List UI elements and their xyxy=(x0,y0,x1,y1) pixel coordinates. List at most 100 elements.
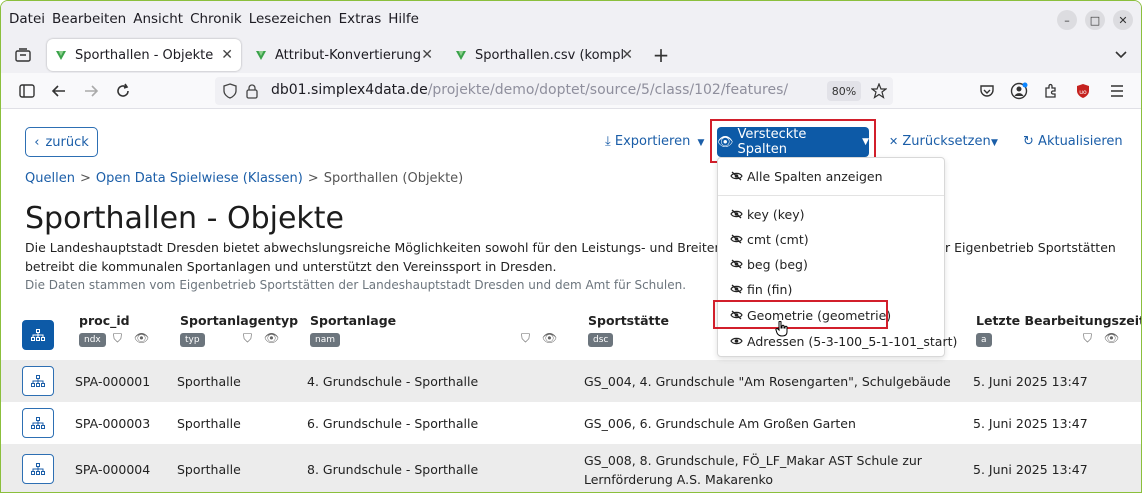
filter-icon[interactable]: ⛉ xyxy=(113,331,122,346)
favicon-icon xyxy=(256,51,266,60)
eye-icon[interactable]: 👁 xyxy=(1104,331,1119,345)
x-icon: ✕ xyxy=(889,135,899,148)
tab-sporthallen-csv[interactable]: Sporthallen.csv (komplett ✕ xyxy=(447,39,641,71)
close-window-button[interactable]: ✕ xyxy=(1113,10,1133,30)
tab-overview-button[interactable] xyxy=(11,43,35,67)
url-bar[interactable]: db01.simplex4data.de/projekte/demo/dopte… xyxy=(215,77,893,105)
cell-time: 5. Juni 2025 13:47 xyxy=(973,374,1088,389)
pocket-button[interactable] xyxy=(975,79,999,103)
shield-icon xyxy=(223,83,237,99)
menu-ansicht[interactable]: Ansicht xyxy=(133,11,183,27)
cell-proc-id: SPA-000004 xyxy=(75,462,151,477)
filter-icon[interactable]: ⛉ xyxy=(243,331,252,346)
dropdown-item-label: beg (beg) xyxy=(747,257,808,272)
tab-close-icon[interactable]: ✕ xyxy=(421,47,433,63)
cell-anlage: 6. Grundschule - Sporthalle xyxy=(307,416,479,431)
favicon-icon xyxy=(456,51,466,60)
reload-button[interactable] xyxy=(111,79,135,103)
breadcrumb-quellen[interactable]: Quellen xyxy=(25,171,75,186)
menu-extras[interactable]: Extras xyxy=(339,11,382,27)
maximize-button[interactable]: □ xyxy=(1085,10,1105,30)
page-content: ‹ zurück ⤓ Exportieren ▼ 👁 Versteckte Sp… xyxy=(1,109,1141,492)
highlight-box xyxy=(713,300,888,329)
tab-label: Attribut-Konvertierung 4 xyxy=(275,47,423,63)
column-header-sportstaette[interactable]: Sportstätte xyxy=(588,313,669,328)
filter-icon[interactable]: ⛉ xyxy=(1083,331,1092,346)
dropdown-item-adressen[interactable]: Adressen (5-3-100_5-1-101_start) xyxy=(730,334,957,349)
browser-window: Datei Bearbeiten Ansicht Chronik Lesezei… xyxy=(0,0,1142,493)
dropdown-item-cmt[interactable]: cmt (cmt) xyxy=(730,232,809,247)
reset-dropdown-toggle[interactable]: ▼ xyxy=(991,134,998,149)
cell-anlage: 8. Grundschule - Sporthalle xyxy=(307,462,479,477)
cell-staette-line2: Lernförderung A.S. Makarenko xyxy=(584,472,773,487)
back-link-button[interactable]: ‹ zurück xyxy=(25,127,98,157)
refresh-button[interactable]: ↻ Aktualisieren xyxy=(1023,134,1123,149)
dropdown-item-fin[interactable]: fin (fin) xyxy=(730,282,792,297)
column-header-letzte-bearbeitungszeit[interactable]: Letzte Bearbeitungszeit xyxy=(976,313,1141,328)
dropdown-item-label: key (key) xyxy=(747,207,805,222)
extensions-button[interactable] xyxy=(1039,79,1063,103)
show-all-columns-item[interactable]: Alle Spalten anzeigen xyxy=(730,169,883,184)
eye-icon[interactable]: 👁 xyxy=(542,331,557,345)
pocket-icon xyxy=(980,85,994,97)
menu-datei[interactable]: Datei xyxy=(9,11,45,27)
eye-icon[interactable]: 👁 xyxy=(134,331,149,345)
column-tag: typ xyxy=(180,333,205,347)
table-row[interactable]: SPA-000004 Sporthalle 8. Grundschule - S… xyxy=(1,444,1141,492)
back-button[interactable] xyxy=(47,79,71,103)
table-row[interactable]: SPA-000003 Sporthalle 6. Grundschule - S… xyxy=(1,402,1141,444)
column-header-proc-id[interactable]: proc_id xyxy=(79,313,130,328)
tree-view-button[interactable] xyxy=(22,366,54,396)
eye-slash-icon xyxy=(730,207,743,222)
cell-proc-id: SPA-000003 xyxy=(75,416,151,431)
tab-bar: Sporthallen - Objekte ✕ Attribut-Konvert… xyxy=(1,37,1141,73)
eye-icon[interactable]: 👁 xyxy=(264,331,279,345)
zoom-indicator[interactable]: 80% xyxy=(827,81,861,101)
menu-hilfe[interactable]: Hilfe xyxy=(388,11,419,27)
description-line-1: Die Landeshauptstadt Dresden bietet abwe… xyxy=(25,240,796,255)
url-text: db01.simplex4data.de/projekte/demo/dopte… xyxy=(271,82,788,98)
menu-lesezeichen[interactable]: Lesezeichen xyxy=(249,11,332,27)
tab-sporthallen-objekte[interactable]: Sporthallen - Objekte ✕ xyxy=(47,39,241,71)
back-label: zurück xyxy=(45,134,89,150)
account-button[interactable] xyxy=(1007,79,1031,103)
tab-list-button[interactable] xyxy=(1109,43,1133,67)
reset-label: Zurücksetzen xyxy=(902,134,991,149)
url-path: /projekte/demo/doptet/source/5/class/102… xyxy=(427,82,789,98)
breadcrumb-current: Sporthallen (Objekte) xyxy=(323,171,464,186)
cell-anlage: 4. Grundschule - Sporthalle xyxy=(307,374,479,389)
column-tag: a xyxy=(976,333,992,347)
menu-chronik[interactable]: Chronik xyxy=(190,11,242,27)
tab-close-icon[interactable]: ✕ xyxy=(221,47,233,63)
cell-typ: Sporthalle xyxy=(177,374,241,389)
export-button[interactable]: ⤓ Exportieren ▼ xyxy=(605,134,704,149)
reset-button[interactable]: ✕ Zurücksetzen xyxy=(889,134,991,149)
bookmark-star-icon[interactable] xyxy=(871,83,887,99)
caret-down-icon: ▼ xyxy=(991,138,998,148)
column-header-sportanlage[interactable]: Sportanlage xyxy=(310,313,396,328)
filter-icon[interactable]: ⛉ xyxy=(521,331,530,346)
breadcrumb-open-data[interactable]: Open Data Spielwiese (Klassen) xyxy=(96,171,303,186)
ublock-button[interactable]: uo xyxy=(1071,79,1095,103)
tree-view-button[interactable] xyxy=(22,408,54,438)
chevron-down-icon xyxy=(1115,51,1127,59)
table-row[interactable]: SPA-000001 Sporthalle 4. Grundschule - S… xyxy=(1,360,1141,402)
sidebar-toggle-button[interactable] xyxy=(15,79,39,103)
arrow-left-icon xyxy=(51,85,65,97)
column-header-sportanlagentyp[interactable]: Sportanlagentyp xyxy=(180,313,298,328)
new-tab-button[interactable]: + xyxy=(649,43,673,67)
dropdown-item-key[interactable]: key (key) xyxy=(730,207,805,222)
app-menu-button[interactable] xyxy=(1105,79,1129,103)
cell-typ: Sporthalle xyxy=(177,416,241,431)
cell-time: 5. Juni 2025 13:47 xyxy=(973,462,1088,477)
tree-view-button[interactable] xyxy=(22,320,54,350)
tree-view-button[interactable] xyxy=(22,454,54,484)
dropdown-item-beg[interactable]: beg (beg) xyxy=(730,257,808,272)
menu-bearbeiten[interactable]: Bearbeiten xyxy=(52,11,126,27)
forward-button[interactable] xyxy=(79,79,103,103)
dropdown-divider xyxy=(718,195,944,196)
sidebar-icon xyxy=(19,84,35,98)
minimize-button[interactable]: – xyxy=(1057,10,1077,30)
tab-attribut-konvertierung[interactable]: Attribut-Konvertierung 4 ✕ xyxy=(247,39,441,71)
tab-close-icon[interactable]: ✕ xyxy=(621,47,633,63)
